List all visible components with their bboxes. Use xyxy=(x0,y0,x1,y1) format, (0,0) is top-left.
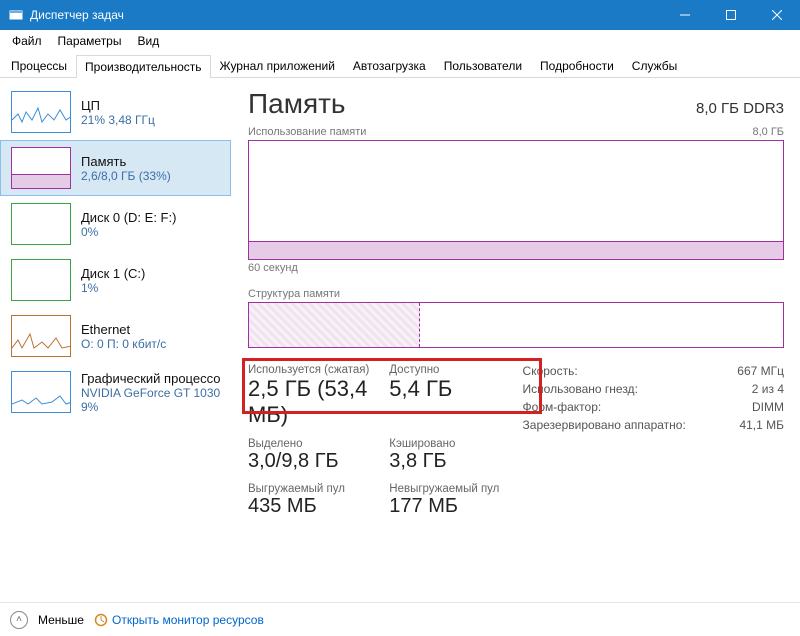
memory-details: Скорость:667 МГц Использовано гнезд:2 из… xyxy=(523,364,784,518)
performance-sidebar: ЦП 21% 3,48 ГГц Память 2,6/8,0 ГБ (33%) … xyxy=(0,78,232,602)
minimize-button[interactable] xyxy=(662,0,708,30)
disk0-label: Диск 0 (D: E: F:) xyxy=(81,210,176,225)
memory-label: Память xyxy=(81,154,171,169)
stat-in-use: Используется (сжатая) 2,5 ГБ (53,4 МБ) xyxy=(248,364,381,428)
stat-committed: Выделено 3,0/9,8 ГБ xyxy=(248,438,381,473)
open-resmon-link[interactable]: Открыть монитор ресурсов xyxy=(94,613,264,627)
usage-graph-label: Использование памяти xyxy=(248,126,366,138)
gpu-sub2: 9% xyxy=(81,400,220,414)
gpu-label: Графический процессор 0 xyxy=(81,371,220,386)
memory-composition-bar xyxy=(248,302,784,348)
stat-cached: Кэшировано 3,8 ГБ xyxy=(389,438,522,473)
page-subtitle: 8,0 ГБ DDR3 xyxy=(696,100,784,117)
gpu-sub: NVIDIA GeForce GT 1030 xyxy=(81,386,220,400)
fewer-details-button[interactable]: Меньше xyxy=(38,613,84,627)
sidebar-item-disk0[interactable]: Диск 0 (D: E: F:) 0% xyxy=(0,196,231,252)
stat-paged: Выгружаемый пул 435 МБ xyxy=(248,483,381,518)
sidebar-item-disk1[interactable]: Диск 1 (C:) 1% xyxy=(0,252,231,308)
menubar: Файл Параметры Вид xyxy=(0,30,800,52)
resmon-icon xyxy=(94,613,108,627)
menu-view[interactable]: Вид xyxy=(129,32,167,50)
cpu-thumbnail xyxy=(11,91,71,133)
memory-usage-graph xyxy=(248,140,784,260)
tab-processes[interactable]: Процессы xyxy=(2,54,76,77)
titlebar[interactable]: Диспетчер задач xyxy=(0,0,800,30)
window-title: Диспетчер задач xyxy=(30,8,124,22)
main-panel: Память 8,0 ГБ DDR3 Использование памяти … xyxy=(232,78,800,602)
tab-users[interactable]: Пользователи xyxy=(435,54,531,77)
ethernet-thumbnail xyxy=(11,315,71,357)
graph-x-axis: 60 секунд xyxy=(248,262,784,274)
menu-file[interactable]: Файл xyxy=(4,32,50,50)
gpu-thumbnail xyxy=(11,371,71,413)
sidebar-item-memory[interactable]: Память 2,6/8,0 ГБ (33%) xyxy=(0,140,231,196)
tab-startup[interactable]: Автозагрузка xyxy=(344,54,435,77)
ethernet-sub: О: 0 П: 0 кбит/с xyxy=(81,337,166,351)
sidebar-item-gpu[interactable]: Графический процессор 0 NVIDIA GeForce G… xyxy=(0,364,231,421)
disk1-label: Диск 1 (C:) xyxy=(81,266,145,281)
memory-thumbnail xyxy=(11,147,71,189)
usage-graph-max: 8,0 ГБ xyxy=(752,126,784,138)
cpu-sub: 21% 3,48 ГГц xyxy=(81,113,155,127)
maximize-button[interactable] xyxy=(708,0,754,30)
footer: ˄ Меньше Открыть монитор ресурсов xyxy=(0,602,800,636)
stat-available: Доступно 5,4 ГБ xyxy=(389,364,522,428)
sidebar-item-cpu[interactable]: ЦП 21% 3,48 ГГц xyxy=(0,84,231,140)
tab-details[interactable]: Подробности xyxy=(531,54,623,77)
close-button[interactable] xyxy=(754,0,800,30)
tabbar: Процессы Производительность Журнал прило… xyxy=(0,52,800,78)
disk1-thumbnail xyxy=(11,259,71,301)
ethernet-label: Ethernet xyxy=(81,322,166,337)
cpu-label: ЦП xyxy=(81,98,155,113)
menu-options[interactable]: Параметры xyxy=(50,32,130,50)
disk1-sub: 1% xyxy=(81,281,145,295)
memory-sub: 2,6/8,0 ГБ (33%) xyxy=(81,169,171,183)
page-title: Память xyxy=(248,88,346,120)
app-icon xyxy=(8,7,24,23)
tab-app-history[interactable]: Журнал приложений xyxy=(211,54,344,77)
chevron-up-icon[interactable]: ˄ xyxy=(10,611,28,629)
disk0-thumbnail xyxy=(11,203,71,245)
stat-nonpaged: Невыгружаемый пул 177 МБ xyxy=(389,483,522,518)
tab-performance[interactable]: Производительность xyxy=(76,55,210,78)
sidebar-item-ethernet[interactable]: Ethernet О: 0 П: 0 кбит/с xyxy=(0,308,231,364)
tab-services[interactable]: Службы xyxy=(623,54,686,77)
disk0-sub: 0% xyxy=(81,225,176,239)
composition-label: Структура памяти xyxy=(248,288,784,300)
